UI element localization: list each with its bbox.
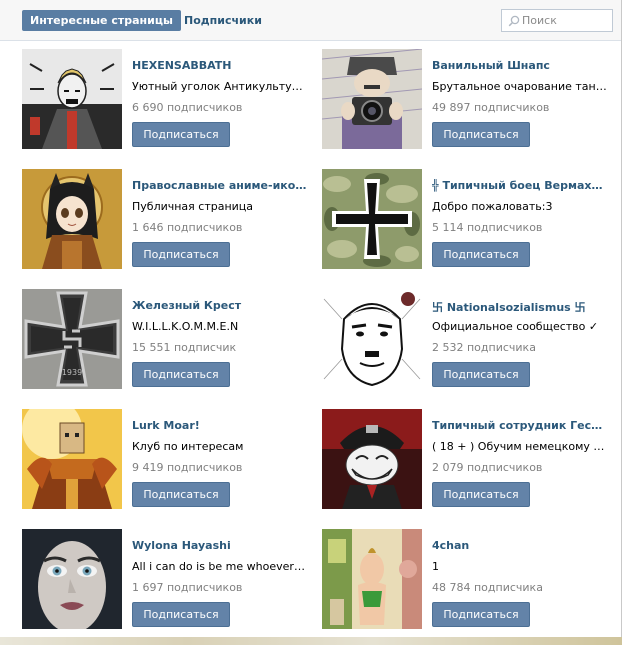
page-description: Клуб по интересам <box>132 440 244 453</box>
page-name[interactable]: Типичный сотрудник Геста... <box>432 419 607 432</box>
subscribe-button[interactable]: Подписаться <box>132 362 230 387</box>
list-item: HEXENSABBATH Уютный уголок Антикультуры.… <box>22 49 312 154</box>
list-item: Типичный сотрудник Геста... ( 18 + ) Обу… <box>322 409 612 514</box>
page-avatar[interactable] <box>22 49 122 149</box>
page-avatar[interactable] <box>22 169 122 269</box>
subscribe-button[interactable]: Подписаться <box>132 242 230 267</box>
search-input[interactable] <box>522 12 610 29</box>
page-name[interactable]: HEXENSABBATH <box>132 59 307 72</box>
page-avatar[interactable] <box>322 529 422 629</box>
subscriber-count: 48 784 подписчика <box>432 581 543 594</box>
subscriber-count: 1 646 подписчиков <box>132 221 243 234</box>
subscriber-count: 2 079 подписчиков <box>432 461 543 474</box>
subscribe-button[interactable]: Подписаться <box>132 122 230 147</box>
subscriber-count: 2 532 подписчика <box>432 341 536 354</box>
page-name[interactable]: ╬ Типичный боец Вермахта ╬ <box>432 179 607 192</box>
subscribe-button[interactable]: Подписаться <box>432 122 530 147</box>
page-avatar[interactable] <box>322 169 422 269</box>
background-strip <box>0 637 622 645</box>
page-description: ( 18 + ) Обучим немецкому язы... <box>432 440 607 453</box>
page-avatar[interactable] <box>22 529 122 629</box>
subscriber-count: 15 551 подписчик <box>132 341 237 354</box>
list-item: 1939 Железный Крест W.I.L.L.K.O.M.M.E.N … <box>22 289 312 394</box>
list-item: Wylona Hayashi All i can do is be me who… <box>22 529 312 634</box>
page-avatar[interactable] <box>322 409 422 509</box>
page-name[interactable]: Lurk Moar! <box>132 419 307 432</box>
page-avatar[interactable] <box>322 49 422 149</box>
subscribe-button[interactable]: Подписаться <box>432 602 530 627</box>
search-box[interactable] <box>501 9 613 32</box>
list-item: Lurk Moar! Клуб по интересам 9 419 подпи… <box>22 409 312 514</box>
page-name[interactable]: Православные аниме-иконы <box>132 179 307 192</box>
tab-interesting-pages[interactable]: Интересные страницы <box>22 10 181 31</box>
page-avatar[interactable] <box>322 289 422 389</box>
search-icon <box>508 15 520 27</box>
page-description: All i can do is be me whoever tha... <box>132 560 307 573</box>
subscriber-count: 1 697 подписчиков <box>132 581 243 594</box>
page-name[interactable]: Wylona Hayashi <box>132 539 307 552</box>
page-frame: Интересные страницы Подписчики Поиск HEX… <box>0 0 622 645</box>
subscribe-button[interactable]: Подписаться <box>432 482 530 507</box>
page-name[interactable]: 4chan <box>432 539 607 552</box>
list-item: Православные аниме-иконы Публичная стран… <box>22 169 312 274</box>
subscriber-count: 6 690 подписчиков <box>132 101 243 114</box>
page-description: W.I.L.L.K.O.M.M.E.N <box>132 320 239 333</box>
page-avatar[interactable]: 1939 <box>22 289 122 389</box>
subscribe-button[interactable]: Подписаться <box>432 362 530 387</box>
list-item: 4chan 1 48 784 подписчика Подписаться <box>322 529 612 634</box>
tabs-bar: Интересные страницы Подписчики <box>0 0 621 41</box>
page-name[interactable]: Железный Крест <box>132 299 307 312</box>
list-item: 卐 Nationalsozialismus 卐 Официальное сооб… <box>322 289 612 394</box>
svg-text:1939: 1939 <box>62 368 82 377</box>
page-description: Официальное сообщество ✓ <box>432 320 599 333</box>
subscribe-button[interactable]: Подписаться <box>132 602 230 627</box>
subscribe-button[interactable]: Подписаться <box>132 482 230 507</box>
page-description: Брутальное очарование танка <box>432 80 607 93</box>
subscriber-count: 49 897 подписчиков <box>432 101 550 114</box>
page-description: Уютный уголок Антикультуры. <box>132 80 307 93</box>
subscriber-count: 9 419 подписчиков <box>132 461 243 474</box>
page-description: Добро пожаловать:3 <box>432 200 553 213</box>
page-description: Публичная страница <box>132 200 254 213</box>
page-avatar[interactable] <box>22 409 122 509</box>
page-name[interactable]: Ванильный Шнапс <box>432 59 607 72</box>
subscribe-button[interactable]: Подписаться <box>432 242 530 267</box>
subscriber-count: 5 114 подписчиков <box>432 221 543 234</box>
list-item: Ванильный Шнапс Брутальное очарование та… <box>322 49 612 154</box>
tab-subscribers[interactable]: Подписчики <box>184 10 262 31</box>
page-description: 1 <box>432 560 439 573</box>
list-item: ╬ Типичный боец Вермахта ╬ Добро пожалов… <box>322 169 612 274</box>
page-name[interactable]: 卐 Nationalsozialismus 卐 <box>432 299 607 315</box>
